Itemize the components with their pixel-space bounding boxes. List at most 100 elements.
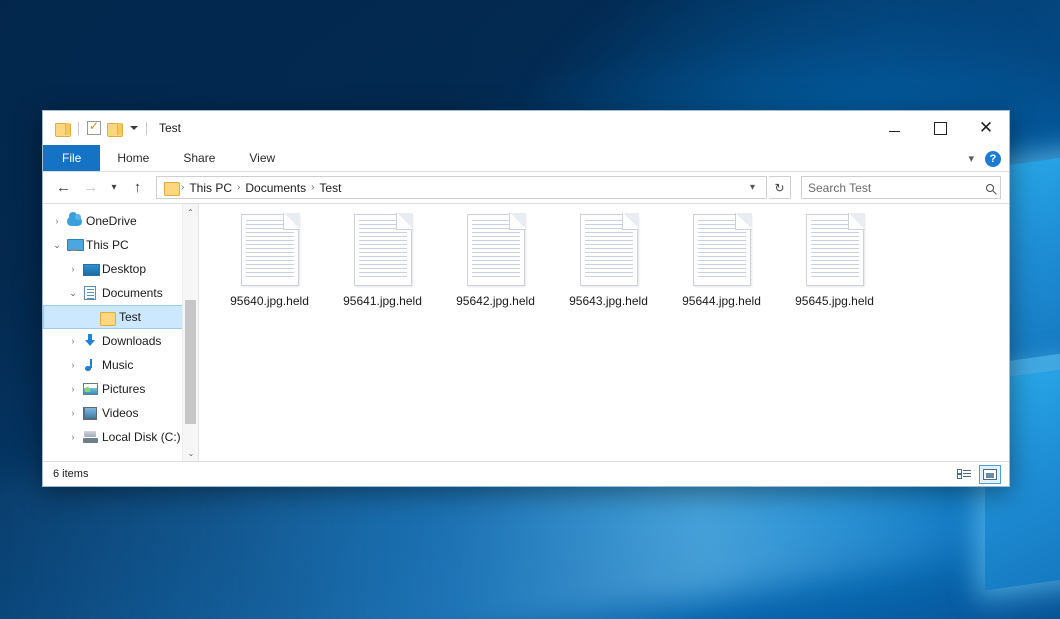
help-icon[interactable]: ? [985,151,1001,167]
sidebar-item-onedrive[interactable]: › OneDrive [43,209,198,233]
generic-file-icon [241,214,299,286]
toolbar-divider-2 [146,122,147,135]
file-grid: 95640.jpg.held 95641.jpg.held 95642.jpg.he… [213,212,1009,308]
file-item[interactable]: 95644.jpg.held [665,212,778,308]
chevron-down-icon[interactable]: ⌄ [49,240,65,251]
scroll-down-icon[interactable]: ⌄ [183,445,199,461]
details-view-icon [957,469,971,480]
music-icon [81,358,99,372]
quick-access-toolbar [43,121,149,135]
sidebar-item-label: Local Disk (C:) [102,430,181,444]
status-bar: 6 items [43,461,1009,486]
tab-home[interactable]: Home [100,145,166,171]
sidebar-item-label: Videos [102,406,138,420]
file-item[interactable]: 95640.jpg.held [213,212,326,308]
file-name: 95644.jpg.held [682,294,761,308]
chevron-right-icon[interactable]: › [65,384,81,394]
file-name: 95643.jpg.held [569,294,648,308]
breadcrumb-documents[interactable]: Documents [240,181,311,195]
tab-file[interactable]: File [43,145,100,171]
breadcrumb-test[interactable]: Test [314,181,346,195]
chevron-right-icon[interactable]: › [65,336,81,346]
maximize-button[interactable] [917,111,963,145]
file-name: 95642.jpg.held [456,294,535,308]
explorer-body: › OneDrive ⌄ This PC ›Desktop ⌄ Documents Test ›… [43,203,1009,461]
file-name: 95641.jpg.held [343,294,422,308]
chevron-down-icon[interactable] [130,126,138,130]
tab-share[interactable]: Share [166,145,232,171]
breadcrumb-this-pc[interactable]: This PC [184,181,237,195]
chevron-right-icon[interactable]: › [65,432,81,442]
file-item[interactable]: 95641.jpg.held [326,212,439,308]
sidebar-item-documents[interactable]: ⌄ Documents [43,281,198,305]
download-icon [81,334,99,348]
close-button[interactable]: ✕ [963,111,1009,145]
search-box[interactable]: Search Test [801,176,1001,199]
title-bar: Test ✕ [43,111,1009,145]
sidebar-item-videos[interactable]: › Videos [43,401,198,425]
document-icon [81,286,99,300]
window-title: Test [159,121,181,135]
scroll-up-icon[interactable]: ⌃ [183,204,198,220]
sidebar-item-label: This PC [86,238,129,252]
generic-file-icon [467,214,525,286]
up-button[interactable]: ↑ [125,175,150,200]
folder-icon [98,311,116,324]
sidebar-scrollbar[interactable]: ⌃ ⌄ [182,204,198,461]
sidebar-item-music[interactable]: › Music [43,353,198,377]
sidebar-item-desktop[interactable]: ›Desktop [43,257,198,281]
window-controls: ✕ [871,111,1009,145]
forward-button[interactable]: → [78,175,103,200]
file-explorer-window: Test ✕ File Home Share View ▾ ? ← → ▾ ↑ … [42,110,1010,487]
back-button[interactable]: ← [51,175,76,200]
generic-file-icon [354,214,412,286]
properties-checkbox-icon[interactable] [87,121,101,135]
chevron-right-icon[interactable]: › [65,360,81,370]
file-name: 95645.jpg.held [795,294,874,308]
sidebar-item-label: Pictures [102,382,145,396]
address-dropdown-icon[interactable]: ▾ [743,182,762,193]
details-view-button[interactable] [953,465,975,484]
navigation-pane: › OneDrive ⌄ This PC ›Desktop ⌄ Documents Test ›… [43,204,198,461]
generic-file-icon [580,214,638,286]
sidebar-item-label: Test [119,310,141,324]
new-folder-icon[interactable] [107,122,122,135]
item-count: 6 items [53,468,88,480]
sidebar-item-pictures[interactable]: › Pictures [43,377,198,401]
sidebar-item-local-disk-c[interactable]: › Local Disk (C:) [43,425,198,449]
minimize-button[interactable] [871,111,917,145]
large-icons-view-icon [983,469,997,480]
sidebar-item-downloads[interactable]: › Downloads [43,329,198,353]
pictures-icon [81,383,99,395]
large-icons-view-button[interactable] [979,465,1001,484]
breadcrumb[interactable]: › This PC › Documents › Test ▾ [156,176,767,199]
tab-view[interactable]: View [232,145,292,171]
generic-file-icon [806,214,864,286]
file-item[interactable]: 95643.jpg.held [552,212,665,308]
file-item[interactable]: 95645.jpg.held [778,212,891,308]
chevron-down-icon[interactable]: ⌄ [65,288,81,299]
file-list-pane[interactable]: 95640.jpg.held 95641.jpg.held 95642.jpg.he… [198,204,1009,461]
chevron-down-icon[interactable]: ▾ [968,152,974,165]
sidebar-item-label: Downloads [102,334,161,348]
chevron-right-icon[interactable]: › [65,408,81,418]
generic-file-icon [693,214,751,286]
sidebar-item-test[interactable]: Test [43,305,198,329]
file-item[interactable]: 95642.jpg.held [439,212,552,308]
sidebar-item-label: Music [102,358,133,372]
search-input[interactable]: Search Test [808,181,986,195]
recent-locations-button[interactable]: ▾ [105,175,123,200]
pc-icon [65,239,83,251]
chevron-right-icon[interactable]: › [65,264,81,274]
search-icon[interactable] [986,184,994,192]
sidebar-item-this-pc[interactable]: ⌄ This PC [43,233,198,257]
sidebar-item-label: Documents [102,286,163,300]
cloud-icon [65,216,83,226]
sidebar-item-label: OneDrive [86,214,137,228]
videos-icon [81,407,99,420]
chevron-right-icon[interactable]: › [49,216,65,226]
scrollbar-thumb[interactable] [185,300,196,424]
folder-icon[interactable] [55,122,70,135]
refresh-button[interactable]: ↻ [769,176,791,199]
navigation-tree: › OneDrive ⌄ This PC ›Desktop ⌄ Documents Test ›… [43,209,198,449]
